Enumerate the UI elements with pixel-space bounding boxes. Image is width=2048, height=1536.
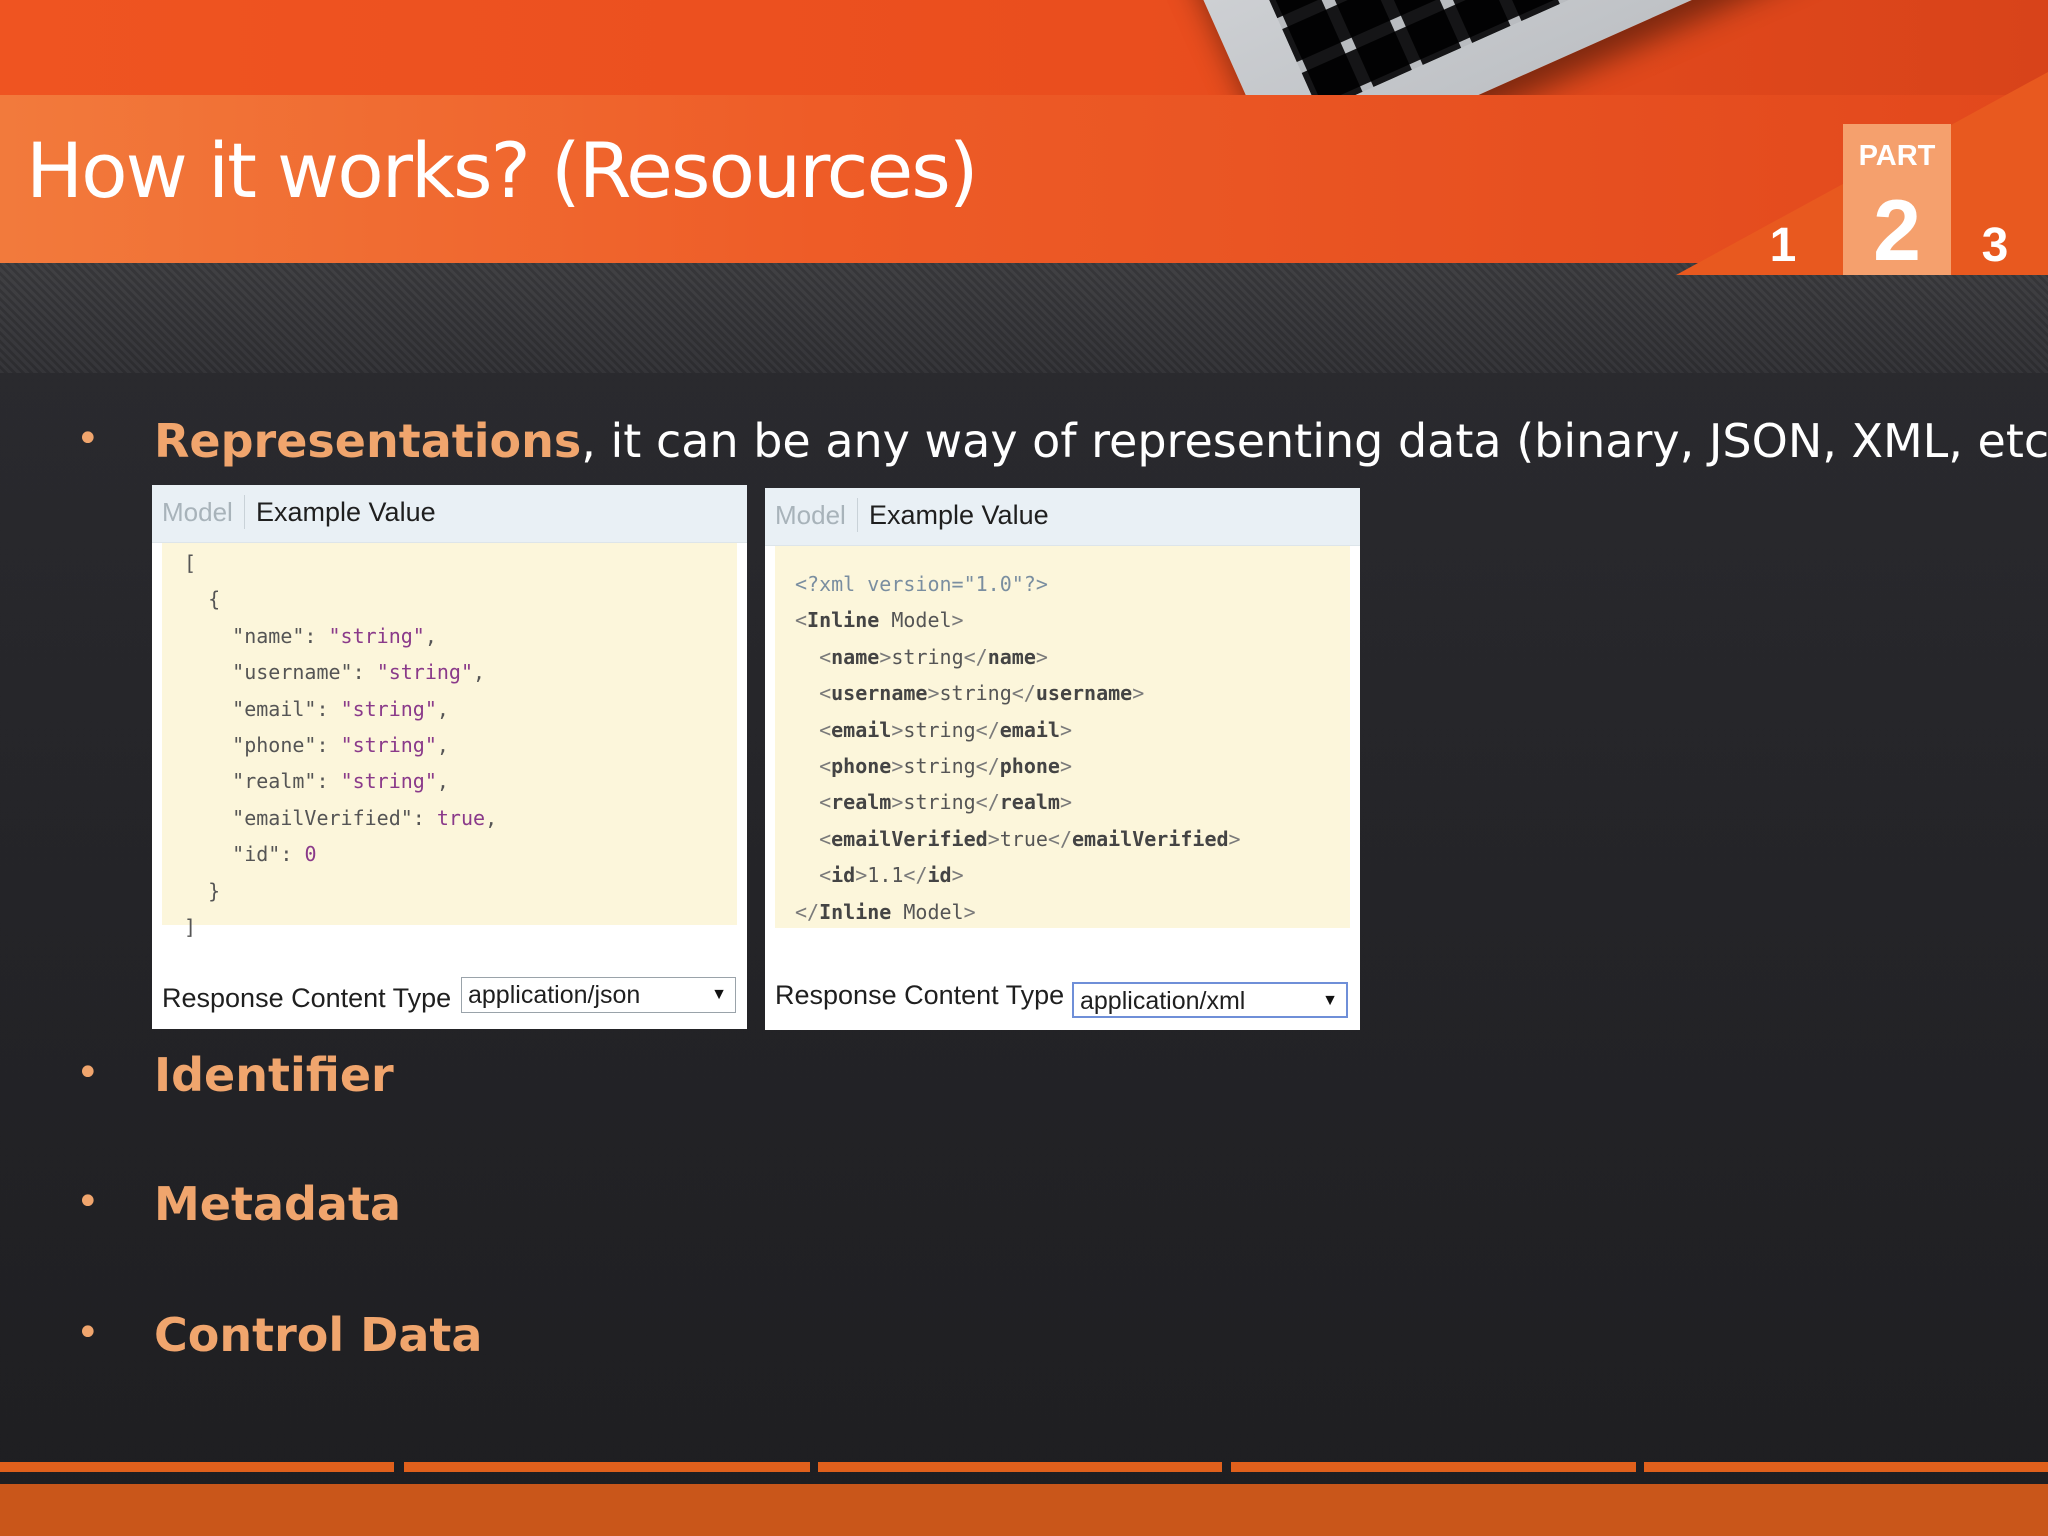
- tab-divider: [244, 495, 245, 529]
- xml-code-line: <username>string</username>: [819, 681, 1145, 706]
- page-title: How it works? (Resources): [26, 126, 978, 215]
- tab-divider: [857, 498, 858, 532]
- bullet-icon: •: [76, 416, 100, 462]
- response-content-type-label: Response Content Type: [775, 980, 1065, 1010]
- footer-bar: [0, 1484, 2048, 1536]
- json-code-line: [: [184, 551, 197, 575]
- chevron-down-icon: ▼: [1322, 992, 1338, 1009]
- tab-example-value[interactable]: Example Value: [869, 500, 1049, 531]
- json-code-line: {: [184, 587, 221, 612]
- chevron-down-icon: ▼: [711, 986, 727, 1003]
- json-code-line: "id": 0: [232, 842, 317, 867]
- part-number-2-current: 2: [1873, 183, 1921, 279]
- bullet-description: , it can be any way of representing data…: [581, 414, 2048, 468]
- xml-code-block: <?xml version="1.0"?> <Inline Model> <nam…: [775, 546, 1350, 928]
- footer-segment: [818, 1462, 1222, 1472]
- footer-segment: [404, 1462, 810, 1472]
- response-content-type-label: Response Content Type: [162, 983, 452, 1013]
- bullet-control-data: Control Data: [154, 1308, 483, 1362]
- content-type-value: application/xml: [1080, 987, 1246, 1015]
- json-code-line: "emailVerified": true,: [232, 805, 498, 830]
- xml-code-line: <email>string</email>: [819, 717, 1073, 742]
- xml-code-line: <name>string</name>: [819, 644, 1048, 669]
- xml-code-line: <Inline Model>: [795, 608, 964, 633]
- footer-segment: [0, 1462, 394, 1472]
- content-type-select[interactable]: application/xml ▼: [1072, 982, 1348, 1018]
- xml-code-line: <phone>string</phone>: [819, 753, 1073, 778]
- bullet-term: Representations: [154, 414, 582, 468]
- xml-code-line: <?xml version="1.0"?>: [795, 572, 1048, 596]
- json-code-line: "name": "string",: [232, 623, 437, 648]
- bullet-identifier: Identifier: [154, 1048, 394, 1102]
- json-code-line: "realm": "string",: [232, 769, 449, 794]
- part-number-1: 1: [1769, 219, 1797, 272]
- xml-code-line: <emailVerified>true</emailVerified>: [819, 826, 1241, 851]
- xml-example-panel: Model Example Value <?xml version="1.0"?…: [765, 488, 1360, 1030]
- content-type-select[interactable]: application/json ▼: [461, 977, 736, 1013]
- json-code-line: "phone": "string",: [232, 732, 449, 757]
- json-code-line: }: [184, 878, 221, 903]
- tab-example-value[interactable]: Example Value: [256, 497, 436, 528]
- xml-code-line: <id>1.1</id>: [819, 863, 964, 888]
- json-code-line: "username": "string",: [232, 660, 486, 685]
- bullet-metadata: Metadata: [154, 1177, 402, 1231]
- json-code-line: ]: [184, 914, 197, 939]
- part-label: PART: [1858, 140, 1936, 172]
- panel-tabs: Model Example Value: [765, 488, 1360, 546]
- panel-tabs: Model Example Value: [152, 485, 747, 543]
- json-code-line: "email": "string",: [232, 696, 449, 721]
- footer-segment: [1231, 1462, 1636, 1472]
- xml-code-line: </Inline Model>: [795, 899, 976, 924]
- part-number-3: 3: [1981, 219, 2009, 272]
- json-example-panel: Model Example Value [ { "name": "string"…: [152, 485, 747, 1029]
- bullet-icon: •: [76, 1050, 100, 1096]
- bullet-representations: Representations, it can be any way of re…: [154, 414, 2048, 468]
- content-type-value: application/json: [468, 981, 641, 1009]
- bullet-icon: •: [76, 1179, 100, 1225]
- xml-code-line: <realm>string</realm>: [819, 790, 1073, 815]
- json-code-block: [ { "name": "string", "username": "strin…: [162, 543, 737, 939]
- tab-model[interactable]: Model: [162, 497, 233, 528]
- footer-segment: [1644, 1462, 2048, 1472]
- bullet-icon: •: [76, 1310, 100, 1356]
- title-background-texture: [0, 263, 2048, 373]
- tab-model[interactable]: Model: [775, 500, 846, 531]
